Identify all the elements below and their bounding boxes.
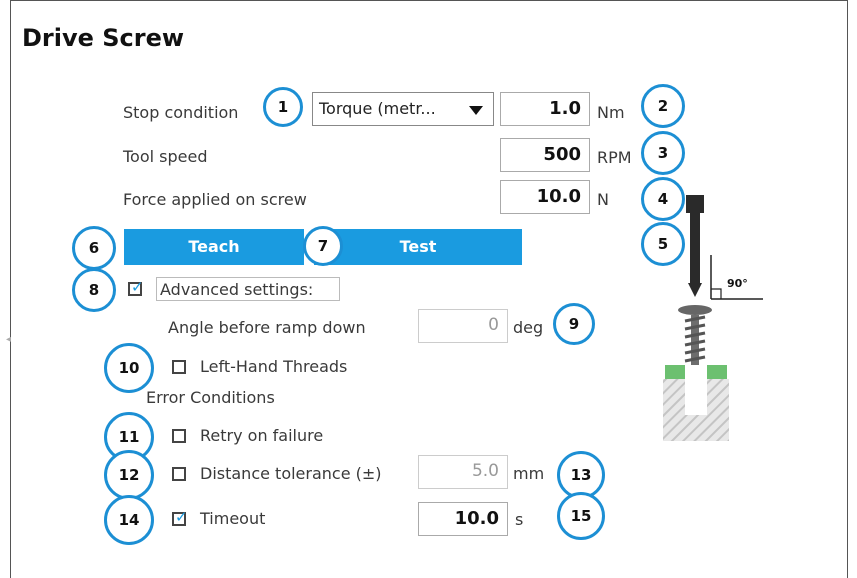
distance-tolerance-checkbox[interactable] [172,467,186,481]
callout-7: 7 [303,226,343,266]
advanced-settings-label: Advanced settings: [160,280,314,299]
distance-tolerance-field[interactable]: 5.0 [418,455,508,489]
timeout-field[interactable]: 10.0 [418,502,508,536]
driver-tip-icon [688,283,702,297]
stop-condition-select[interactable]: Torque (metr... [312,92,494,126]
timeout-checkbox[interactable]: ✓ [172,508,188,526]
collapse-handle-icon[interactable]: ◂ [6,334,16,348]
force-label: Force applied on screw [123,190,307,209]
teach-button[interactable]: Teach [124,229,304,265]
stop-condition-select-value: Torque (metr... [319,99,436,118]
error-conditions-heading: Error Conditions [146,388,275,407]
left-hand-threads-checkbox[interactable] [172,360,186,374]
callout-9: 9 [553,303,595,345]
callout-8: 8 [72,268,116,312]
screw-head-icon [678,305,712,315]
callout-15: 15 [557,492,605,540]
callout-12: 12 [104,450,154,500]
distance-tolerance-unit: mm [513,464,545,483]
angle-field[interactable]: 0 [418,309,508,343]
timeout-unit: s [515,510,524,529]
callout-1: 1 [263,87,303,127]
timeout-label: Timeout [200,509,266,528]
chevron-down-icon [469,106,483,115]
left-hand-threads-label: Left-Hand Threads [200,357,348,376]
distance-tolerance-label: Distance tolerance (±) [200,464,382,483]
callout-6: 6 [72,226,116,270]
angle-label-90: 90° [727,277,748,290]
retry-on-failure-label: Retry on failure [200,426,324,445]
stop-condition-unit: Nm [597,103,625,122]
callout-10: 10 [104,343,154,393]
callout-14: 14 [104,495,154,545]
angle-unit: deg [513,318,544,337]
driver-head-icon [686,195,704,213]
tool-speed-label: Tool speed [123,147,208,166]
angle-label: Angle before ramp down [168,318,366,337]
green-block-left-icon [665,365,685,379]
tool-speed-unit: RPM [597,148,632,167]
callout-4: 4 [641,177,685,221]
page-title: Drive Screw [22,24,185,52]
callout-3: 3 [641,131,685,175]
callout-2: 2 [641,84,685,128]
force-field[interactable]: 10.0 [500,180,590,214]
advanced-settings-checkbox[interactable]: ✓ [128,278,144,296]
retry-on-failure-checkbox[interactable] [172,429,186,443]
test-button[interactable]: Test [314,229,522,265]
driver-shaft-icon [690,213,700,283]
green-block-right-icon [707,365,727,379]
checkmark-icon: ✓ [175,508,188,526]
callout-5: 5 [641,222,685,266]
tool-speed-field[interactable]: 500 [500,138,590,172]
checkmark-icon: ✓ [131,278,144,296]
force-unit: N [597,190,609,209]
stop-condition-label: Stop condition [123,103,239,122]
stop-condition-value-field[interactable]: 1.0 [500,92,590,126]
